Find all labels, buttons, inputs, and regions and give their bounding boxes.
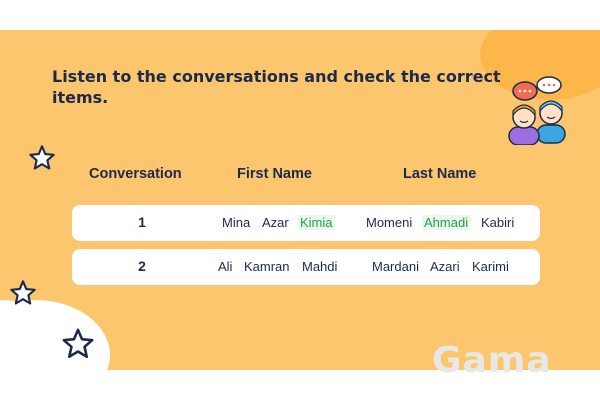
last-name-option[interactable]: Azari xyxy=(430,259,460,274)
header-conversation: Conversation xyxy=(89,166,182,182)
checked-highlight: Kimia xyxy=(298,215,335,230)
first-name-option[interactable]: Kamran xyxy=(244,259,290,274)
checked-highlight: Ahmadi xyxy=(422,215,471,230)
last-name-option[interactable]: Kabiri xyxy=(481,215,514,230)
first-name-option[interactable]: Azar xyxy=(262,215,289,230)
last-name-option[interactable]: Momeni xyxy=(366,215,412,230)
star-icon xyxy=(29,145,55,170)
header-last-name: Last Name xyxy=(403,166,477,182)
instruction-title: Listen to the conversations and check th… xyxy=(52,67,501,107)
slide: Listen to the conversations and check th… xyxy=(0,30,600,370)
first-name-option-checked[interactable]: Kimia xyxy=(298,215,335,230)
header-first-name: First Name xyxy=(237,166,312,182)
star-icon xyxy=(62,328,94,359)
star-icon xyxy=(10,280,36,305)
gama-watermark-logo: Gama xyxy=(432,340,552,381)
first-name-option[interactable]: Mina xyxy=(222,215,250,230)
last-name-option-checked[interactable]: Ahmadi xyxy=(422,215,471,230)
last-name-option[interactable]: Mardani xyxy=(372,259,419,274)
table-row: 2 Ali Kamran Mahdi Mardani Azari Karimi xyxy=(72,249,540,285)
first-name-option[interactable]: Ali xyxy=(218,259,232,274)
conversation-number: 1 xyxy=(138,214,146,230)
first-name-option[interactable]: Mahdi xyxy=(302,259,337,274)
table-row: 1 Mina Azar Kimia Momeni Ahmadi Kabiri xyxy=(72,205,540,241)
last-name-option[interactable]: Karimi xyxy=(472,259,509,274)
conversation-number: 2 xyxy=(138,258,146,274)
chatting-kids-icon xyxy=(508,76,566,145)
